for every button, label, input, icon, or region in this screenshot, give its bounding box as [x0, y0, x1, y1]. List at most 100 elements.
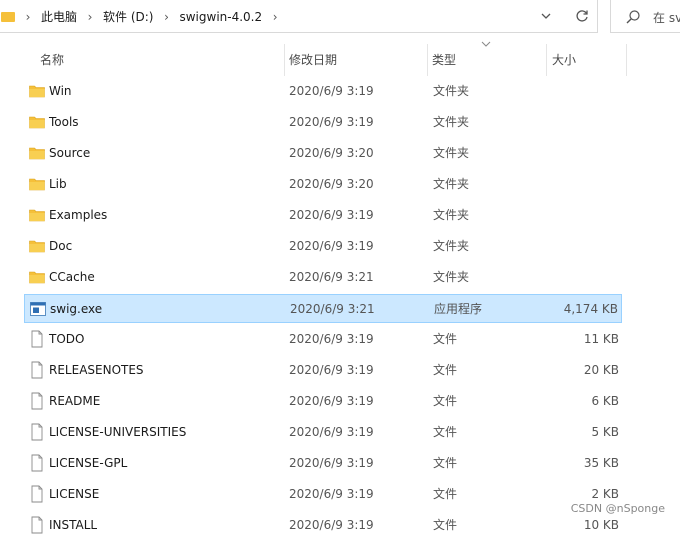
- file-row[interactable]: LICENSE 2020/6/9 3:19 文件 2 KB: [24, 480, 622, 509]
- breadcrumb-this-pc[interactable]: 此电脑: [41, 8, 77, 25]
- file-size: 4,174 KB: [563, 302, 618, 316]
- file-row[interactable]: CCache 2020/6/9 3:21 文件夹: [24, 263, 622, 292]
- file-date: 2020/6/9 3:19: [289, 239, 374, 253]
- breadcrumb-drive[interactable]: 软件 (D:): [103, 8, 153, 25]
- file-type: 文件: [433, 518, 458, 532]
- file-icon: [29, 454, 45, 472]
- file-name: swig.exe: [50, 302, 103, 316]
- search-icon: [626, 10, 640, 24]
- file-date: 2020/6/9 3:19: [289, 456, 374, 470]
- file-name: CCache: [49, 270, 95, 284]
- file-size: 35 KB: [583, 456, 619, 470]
- file-row[interactable]: Win 2020/6/9 3:19 文件夹: [24, 77, 622, 106]
- column-header-type[interactable]: 类型: [432, 44, 546, 76]
- refresh-icon[interactable]: [574, 8, 590, 24]
- file-name: LICENSE-GPL: [49, 456, 128, 470]
- file-date: 2020/6/9 3:21: [289, 270, 374, 284]
- file-icon: [29, 485, 45, 503]
- exe-icon: [30, 302, 46, 316]
- file-name: RELEASENOTES: [49, 363, 144, 377]
- file-name: LICENSE-UNIVERSITIES: [49, 425, 187, 439]
- chevron-right-icon[interactable]: ›: [159, 10, 173, 24]
- file-icon: [29, 516, 45, 534]
- search-box[interactable]: 在 sv: [610, 0, 680, 33]
- file-row[interactable]: INSTALL 2020/6/9 3:19 文件 10 KB: [24, 511, 622, 540]
- file-icon: [29, 392, 45, 410]
- column-divider[interactable]: [427, 44, 428, 76]
- folder-icon: [29, 115, 45, 129]
- file-date: 2020/6/9 3:19: [289, 487, 374, 501]
- file-date: 2020/6/9 3:19: [289, 425, 374, 439]
- file-row[interactable]: swig.exe 2020/6/9 3:21 应用程序 4,174 KB: [24, 294, 622, 323]
- file-name: Examples: [49, 208, 108, 222]
- file-name: INSTALL: [49, 518, 98, 532]
- column-header-row: 名称 修改日期 类型 大小: [0, 44, 640, 76]
- file-date: 2020/6/9 3:20: [289, 177, 374, 191]
- column-divider[interactable]: [546, 44, 547, 76]
- file-size: 6 KB: [591, 394, 619, 408]
- sort-caret-icon: [481, 41, 491, 47]
- column-divider[interactable]: [626, 44, 627, 76]
- address-bar[interactable]: › 此电脑 › 软件 (D:) › swigwin-4.0.2 ›: [0, 0, 598, 33]
- column-header-size[interactable]: 大小: [552, 44, 624, 76]
- file-type: 文件: [433, 332, 458, 346]
- column-header-date[interactable]: 修改日期: [289, 44, 427, 76]
- file-date: 2020/6/9 3:20: [289, 146, 374, 160]
- breadcrumb-folder[interactable]: swigwin-4.0.2: [179, 10, 262, 24]
- file-icon: [29, 423, 45, 441]
- column-header-name[interactable]: 名称: [40, 44, 284, 76]
- watermark: CSDN @nSponge: [570, 502, 665, 515]
- file-name: Tools: [49, 115, 79, 129]
- file-date: 2020/6/9 3:19: [289, 84, 374, 98]
- file-row[interactable]: Source 2020/6/9 3:20 文件夹: [24, 139, 622, 168]
- chevron-right-icon[interactable]: ›: [21, 10, 35, 24]
- file-row[interactable]: Examples 2020/6/9 3:19 文件夹: [24, 201, 622, 230]
- file-type: 文件: [433, 363, 458, 377]
- file-type: 文件: [433, 425, 458, 439]
- file-row[interactable]: README 2020/6/9 3:19 文件 6 KB: [24, 387, 622, 416]
- file-name: README: [49, 394, 101, 408]
- search-input[interactable]: 在 sv: [653, 9, 680, 26]
- chevron-down-icon[interactable]: [539, 9, 553, 23]
- file-row[interactable]: Tools 2020/6/9 3:19 文件夹: [24, 108, 622, 137]
- file-date: 2020/6/9 3:19: [289, 518, 374, 532]
- file-row[interactable]: TODO 2020/6/9 3:19 文件 11 KB: [24, 325, 622, 354]
- file-type: 文件: [433, 487, 458, 501]
- file-icon: [29, 361, 45, 379]
- folder-icon: [29, 84, 45, 98]
- file-name: Doc: [49, 239, 73, 253]
- file-name: Lib: [49, 177, 67, 191]
- file-type: 文件: [433, 456, 458, 470]
- file-size: 5 KB: [591, 425, 619, 439]
- file-type: 文件夹: [433, 208, 470, 222]
- file-name: Source: [49, 146, 91, 160]
- file-type: 文件夹: [433, 146, 470, 160]
- folder-icon: [1, 11, 15, 22]
- file-type: 文件夹: [433, 270, 470, 284]
- file-row[interactable]: LICENSE-GPL 2020/6/9 3:19 文件 35 KB: [24, 449, 622, 478]
- folder-icon: [29, 239, 45, 253]
- folder-icon: [29, 270, 45, 284]
- file-row[interactable]: Lib 2020/6/9 3:20 文件夹: [24, 170, 622, 199]
- folder-icon: [29, 146, 45, 160]
- chevron-right-icon[interactable]: ›: [268, 10, 282, 24]
- column-divider[interactable]: [284, 44, 285, 76]
- chevron-right-icon[interactable]: ›: [83, 10, 97, 24]
- file-row[interactable]: Doc 2020/6/9 3:19 文件夹: [24, 232, 622, 261]
- file-name: LICENSE: [49, 487, 100, 501]
- file-type: 文件夹: [433, 177, 470, 191]
- file-name: TODO: [49, 332, 85, 346]
- file-name: Win: [49, 84, 72, 98]
- file-type: 应用程序: [434, 302, 483, 316]
- file-date: 2020/6/9 3:19: [289, 394, 374, 408]
- file-row[interactable]: LICENSE-UNIVERSITIES 2020/6/9 3:19 文件 5 KB: [24, 418, 622, 447]
- file-date: 2020/6/9 3:19: [289, 363, 374, 377]
- breadcrumb: › 此电脑 › 软件 (D:) › swigwin-4.0.2 ›: [0, 0, 288, 33]
- folder-icon: [29, 177, 45, 191]
- file-date: 2020/6/9 3:19: [289, 115, 374, 129]
- file-date: 2020/6/9 3:19: [289, 332, 374, 346]
- file-type: 文件夹: [433, 84, 470, 98]
- file-icon: [29, 330, 45, 348]
- file-type: 文件: [433, 394, 458, 408]
- file-row[interactable]: RELEASENOTES 2020/6/9 3:19 文件 20 KB: [24, 356, 622, 385]
